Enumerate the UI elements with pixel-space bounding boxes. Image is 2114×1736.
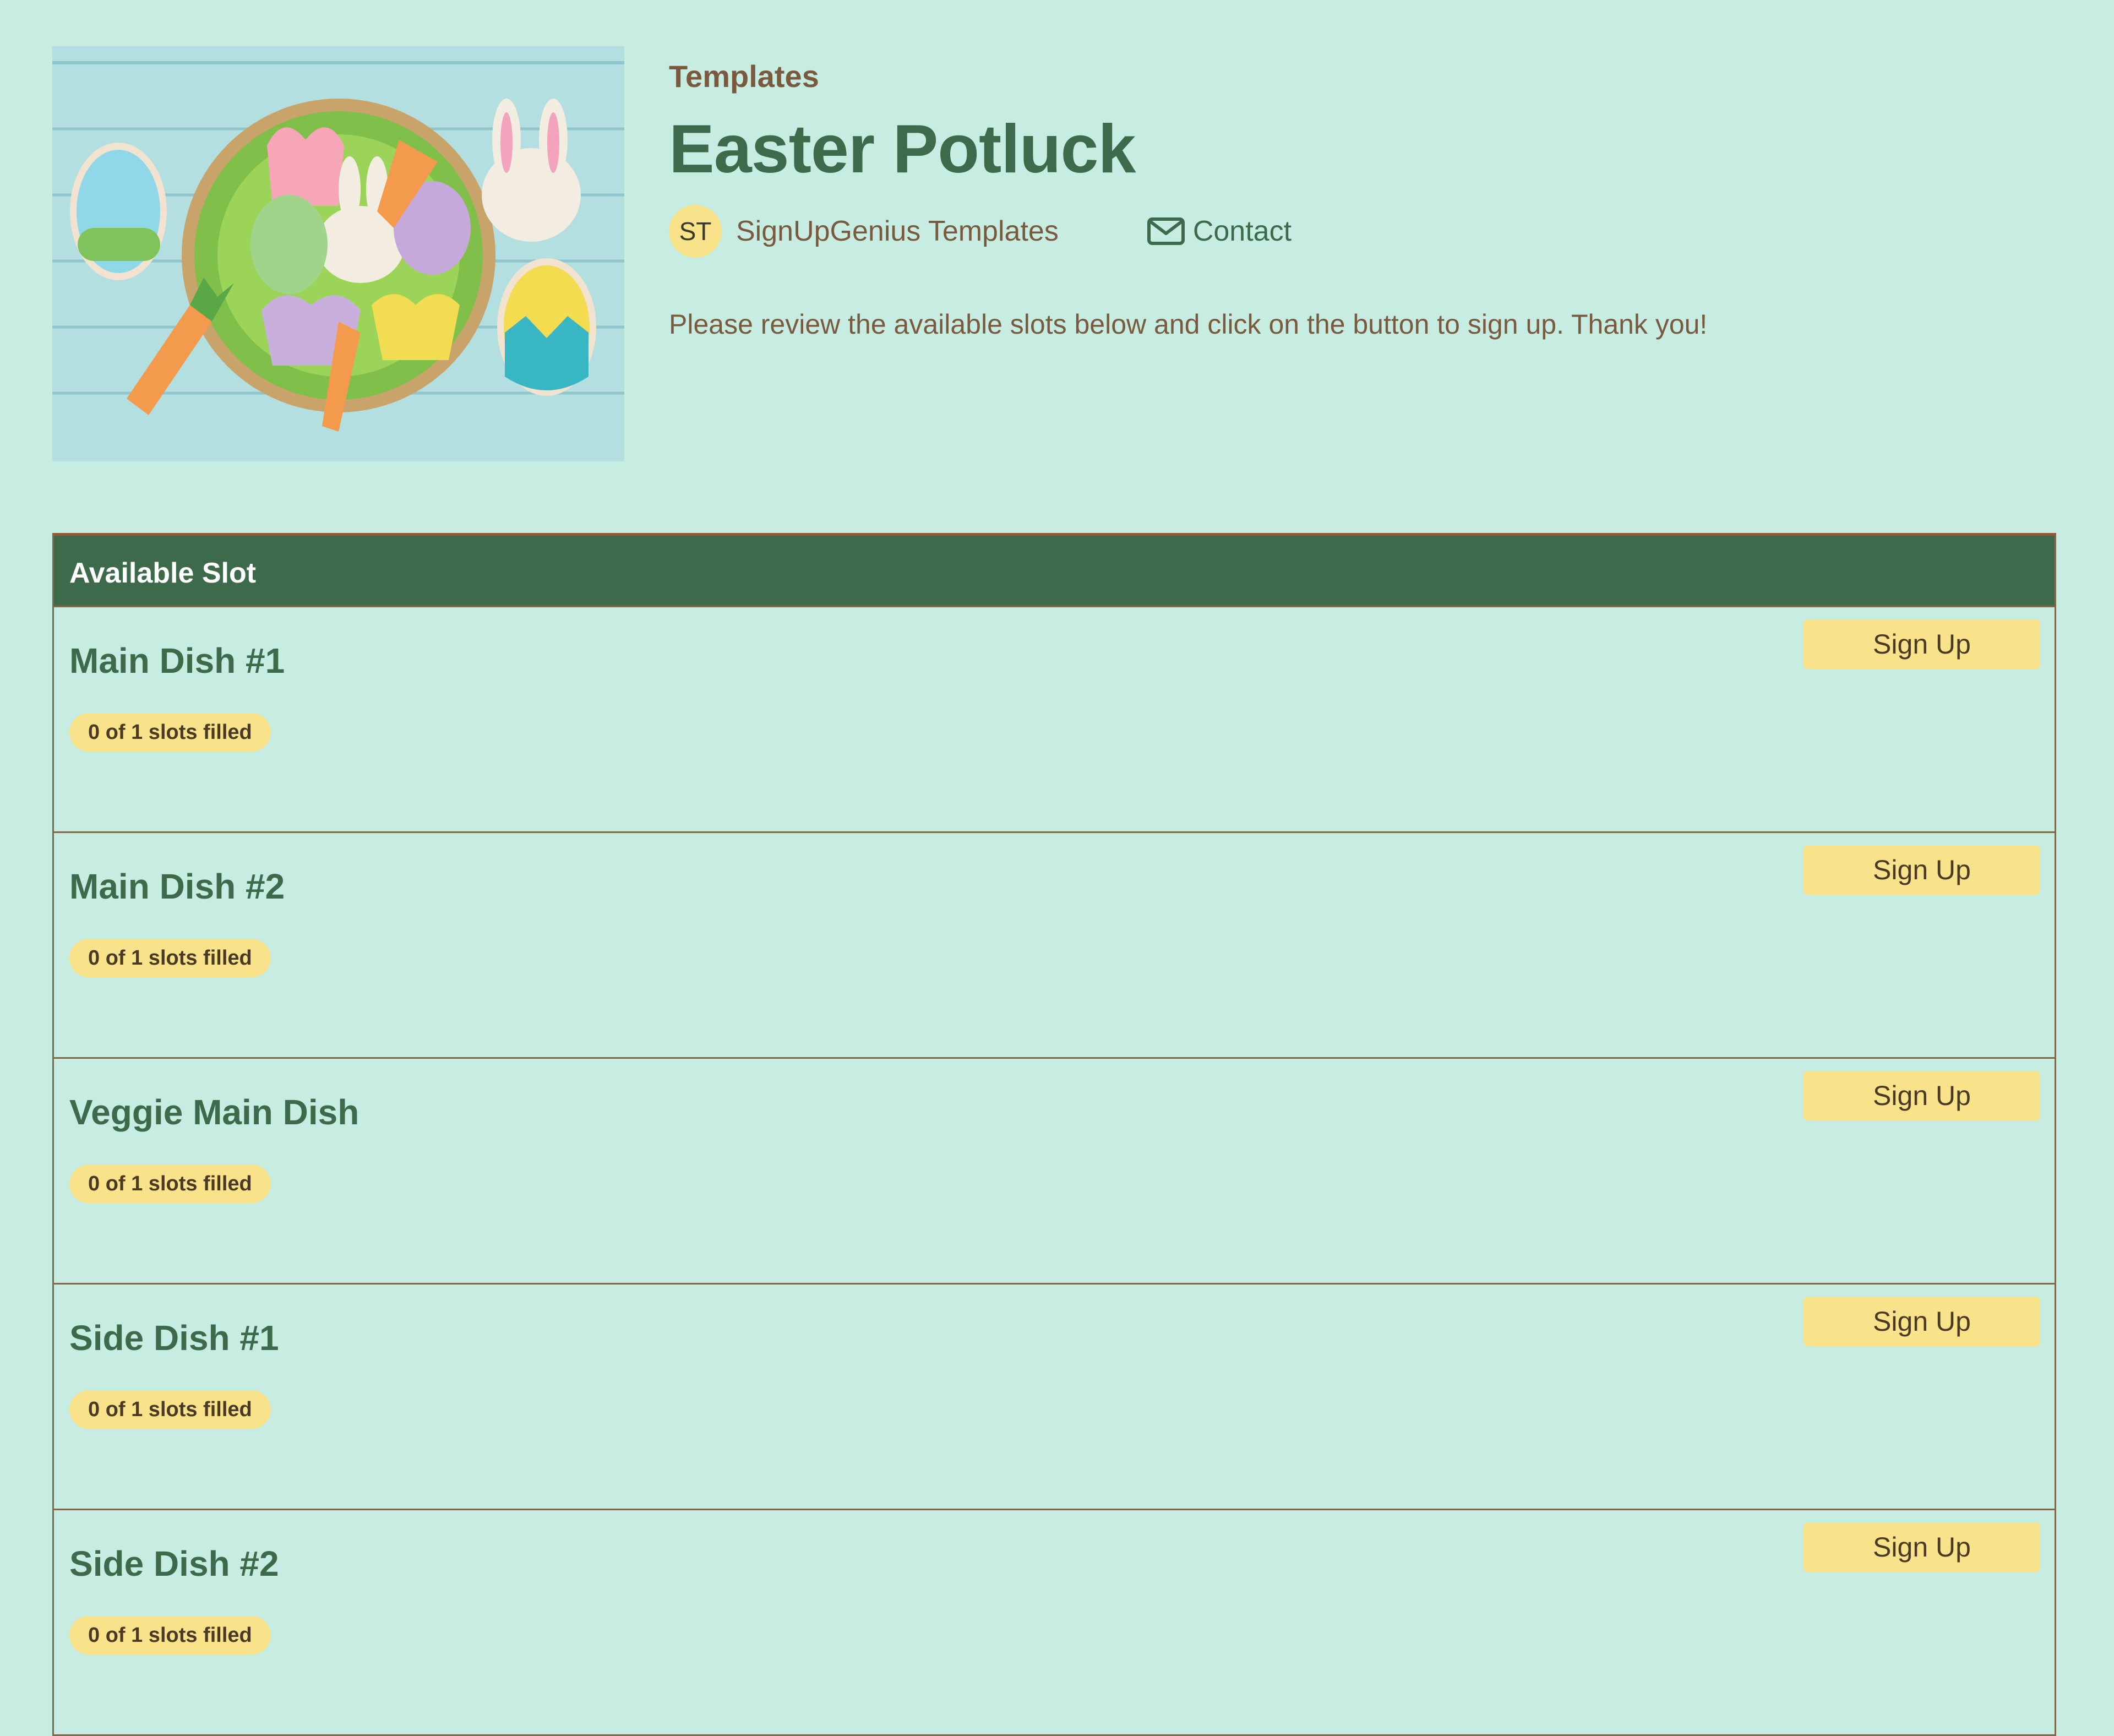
table-header: Available Slot <box>54 536 2055 607</box>
owner-row: ST SignUpGenius Templates Contact <box>669 205 1292 258</box>
page-title: Easter Potluck <box>669 111 1136 187</box>
table-row: Main Dish #1 0 of 1 slots filled Sign Up <box>54 607 2055 833</box>
slot-name: Veggie Main Dish <box>69 1092 359 1132</box>
slot-name: Main Dish #2 <box>69 867 285 906</box>
slots-filled-badge: 0 of 1 slots filled <box>69 1616 271 1655</box>
table-row: Side Dish #2 0 of 1 slots filled Sign Up <box>54 1510 2055 1736</box>
owner-name: SignUpGenius Templates <box>736 215 1059 247</box>
sign-up-button[interactable]: Sign Up <box>1804 845 2040 895</box>
slots-filled-badge: 0 of 1 slots filled <box>69 713 271 752</box>
slots-table: Available Slot Main Dish #1 0 of 1 slots… <box>52 533 2056 1736</box>
sign-up-button[interactable]: Sign Up <box>1804 619 2040 669</box>
avatar: ST <box>669 205 722 258</box>
easter-cookies-image <box>52 46 624 461</box>
signup-header: Templates Easter Potluck ST SignUpGenius… <box>52 46 2056 461</box>
envelope-icon <box>1147 217 1185 245</box>
slot-name: Side Dish #1 <box>69 1318 279 1358</box>
slots-filled-badge: 0 of 1 slots filled <box>69 939 271 977</box>
breadcrumb[interactable]: Templates <box>669 58 819 94</box>
slot-name: Main Dish #1 <box>69 641 285 681</box>
table-row: Main Dish #2 0 of 1 slots filled Sign Up <box>54 833 2055 1059</box>
contact-link[interactable]: Contact <box>1147 215 1292 248</box>
sign-up-button[interactable]: Sign Up <box>1804 1522 2040 1572</box>
table-row: Side Dish #1 0 of 1 slots filled Sign Up <box>54 1285 2055 1510</box>
sign-up-button[interactable]: Sign Up <box>1804 1297 2040 1346</box>
slots-filled-badge: 0 of 1 slots filled <box>69 1164 271 1203</box>
table-row: Veggie Main Dish 0 of 1 slots filled Sig… <box>54 1059 2055 1285</box>
column-header-available-slot: Available Slot <box>69 557 257 589</box>
slot-name: Side Dish #2 <box>69 1544 279 1583</box>
signup-description: Please review the available slots below … <box>669 309 1708 340</box>
sign-up-button[interactable]: Sign Up <box>1804 1071 2040 1120</box>
contact-label: Contact <box>1192 215 1292 247</box>
slots-filled-badge: 0 of 1 slots filled <box>69 1390 271 1429</box>
